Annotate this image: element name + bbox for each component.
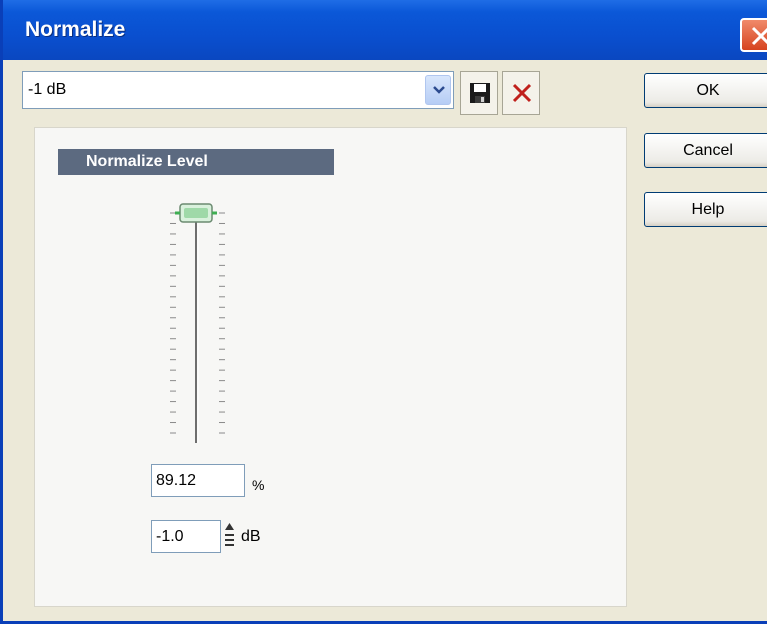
settings-panel: Normalize Level 89.12 % -1.0 dB (34, 127, 627, 607)
cancel-button[interactable]: Cancel (644, 133, 767, 168)
help-button[interactable]: Help (644, 192, 767, 227)
close-button[interactable] (740, 18, 767, 52)
delete-preset-button[interactable] (502, 71, 540, 115)
close-icon (751, 26, 767, 46)
percent-field[interactable]: 89.12 (151, 464, 245, 497)
title-bar[interactable]: Normalize (3, 0, 767, 60)
window-title: Normalize (25, 18, 126, 41)
slider-thumb[interactable] (175, 203, 217, 223)
preset-dropdown[interactable]: -1 dB (22, 71, 454, 109)
normalize-level-slider[interactable] (35, 128, 626, 606)
floppy-disk-icon (470, 83, 490, 103)
ok-button[interactable]: OK (644, 73, 767, 108)
dropdown-button[interactable] (425, 75, 451, 105)
db-unit-label: dB (241, 528, 261, 545)
save-preset-button[interactable] (460, 71, 498, 115)
normalize-dialog: Normalize -1 dB OK Cancel Help Normalize… (0, 0, 767, 624)
red-x-delete-icon (512, 83, 532, 103)
preset-value: -1 dB (28, 81, 67, 98)
db-field[interactable]: -1.0 (151, 520, 221, 553)
percent-unit-label: % (252, 477, 265, 493)
chevron-down-icon (433, 86, 445, 94)
db-spinner[interactable] (223, 521, 236, 551)
